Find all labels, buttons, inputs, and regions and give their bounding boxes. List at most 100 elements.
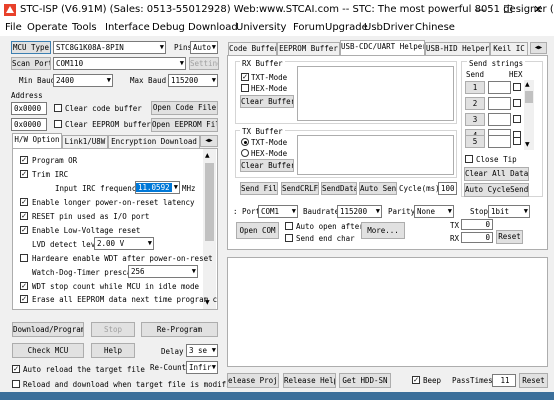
send-crlf-button[interactable]: SendCRLF bbox=[281, 182, 319, 195]
tx-hex-mode-radio[interactable] bbox=[241, 149, 249, 157]
re-program-button[interactable]: Re-Program bbox=[141, 322, 218, 337]
options-scrollbar[interactable]: ▲ ▼ bbox=[203, 149, 216, 309]
reload-download-checkbox[interactable] bbox=[12, 380, 20, 388]
clear-eeprom-checkbox[interactable] bbox=[54, 120, 62, 128]
stop-button[interactable]: Stop bbox=[91, 322, 135, 337]
rx-buffer-textarea[interactable] bbox=[297, 66, 454, 121]
auto-send-button[interactable]: Auto Send bbox=[359, 182, 397, 195]
low-voltage-checkbox[interactable]: ✓ bbox=[20, 226, 28, 234]
tab-usb-hid-helper[interactable]: USB-HID Helper bbox=[425, 42, 490, 55]
tab-eeprom-buffer[interactable]: EEPROM Buffer bbox=[277, 42, 340, 55]
send-strings-scrollbar[interactable]: ▲ ▼ bbox=[524, 80, 534, 150]
tx-clear-buffer-button[interactable]: Clear Buffer bbox=[240, 159, 294, 172]
auto-cycle-send-button[interactable]: Auto CycleSend bbox=[464, 183, 529, 197]
menu-operate[interactable]: Operate bbox=[27, 22, 68, 33]
rx-hex-mode-checkbox[interactable] bbox=[241, 84, 249, 92]
tab-code-buffer[interactable]: Code Buffer bbox=[228, 42, 277, 55]
pass-times-reset-button[interactable]: Reset bbox=[519, 373, 548, 388]
program-or-checkbox[interactable]: ✓ bbox=[20, 156, 28, 164]
send-file-button[interactable]: Send File bbox=[240, 182, 278, 195]
send-hex-checkbox-5[interactable] bbox=[513, 137, 521, 145]
menu-interface[interactable]: Interface bbox=[105, 22, 150, 33]
send-hex-checkbox-1[interactable] bbox=[513, 83, 521, 91]
parity-select[interactable]: None ▼ bbox=[414, 205, 454, 218]
delay-select[interactable]: 3 se ▼ bbox=[186, 344, 218, 357]
wdt-stop-checkbox[interactable]: ✓ bbox=[20, 282, 28, 290]
output-log-area[interactable] bbox=[227, 257, 548, 367]
port-select[interactable]: COM1 ▼ bbox=[258, 205, 298, 218]
baudrate-select[interactable]: 115200 ▼ bbox=[337, 205, 382, 218]
tab-link1-u8w[interactable]: Link1/U8W bbox=[62, 135, 108, 148]
scrollbar-thumb[interactable] bbox=[205, 163, 214, 241]
send-string-input-2[interactable] bbox=[488, 97, 511, 110]
clear-all-data-button[interactable]: Clear All Data bbox=[464, 167, 529, 181]
min-baud-select[interactable]: 2400 ▼ bbox=[53, 74, 113, 87]
close-tip-checkbox[interactable] bbox=[465, 155, 473, 163]
recount-select[interactable]: Infir ▼ bbox=[186, 361, 218, 374]
tab-encryption-download[interactable]: Encryption Download bbox=[108, 135, 200, 148]
release-help-button[interactable]: Release Help bbox=[283, 373, 336, 388]
download-program-button[interactable]: Download/Program bbox=[12, 322, 84, 337]
eeprom-address-input[interactable]: 0x0000 bbox=[11, 118, 47, 131]
mcu-type-button[interactable]: MCU Type bbox=[11, 41, 51, 54]
beep-checkbox[interactable]: ✓ bbox=[412, 376, 420, 384]
tab-hw-option[interactable]: H/W Option bbox=[12, 133, 62, 148]
auto-reload-checkbox[interactable]: ✓ bbox=[12, 365, 20, 373]
help-button[interactable]: Help bbox=[91, 343, 135, 358]
menu-upgrade[interactable]: Upgrade bbox=[325, 22, 368, 33]
open-com-button[interactable]: Open COM bbox=[236, 222, 279, 239]
menu-debug[interactable]: Debug bbox=[152, 22, 185, 33]
pins-select[interactable]: Auto ▼ bbox=[190, 41, 218, 54]
menu-usbdriver[interactable]: UsbDriver bbox=[364, 22, 414, 33]
send-hex-checkbox-2[interactable] bbox=[513, 99, 521, 107]
scan-port-button[interactable]: Scan Port bbox=[11, 57, 51, 70]
get-hdd-sn-button[interactable]: Get HDD-SN bbox=[339, 373, 391, 388]
right-tab-scroll-arrows[interactable]: ◀▶ bbox=[530, 42, 547, 54]
code-address-input[interactable]: 0x0000 bbox=[11, 102, 47, 115]
send-end-char-checkbox[interactable] bbox=[285, 234, 293, 242]
menu-chinese[interactable]: Chinese bbox=[415, 22, 455, 33]
send-string-button-2[interactable]: 2 bbox=[465, 97, 485, 110]
mcu-type-select[interactable]: STC8G1K08A-8PIN ▼ bbox=[53, 41, 166, 54]
release-project-button[interactable]: elease Projec bbox=[227, 373, 279, 388]
maximize-button[interactable]: ☐ bbox=[498, 2, 518, 18]
hardware-wdt-checkbox[interactable] bbox=[20, 254, 28, 262]
send-string-input-3[interactable] bbox=[488, 113, 511, 126]
tx-buffer-textarea[interactable] bbox=[297, 135, 454, 175]
open-code-file-button[interactable]: Open Code File bbox=[151, 101, 218, 115]
menu-file[interactable]: File bbox=[5, 22, 22, 33]
counter-reset-button[interactable]: Reset bbox=[496, 230, 523, 244]
send-string-button-3[interactable]: 3 bbox=[465, 113, 485, 126]
cycle-input[interactable]: 100 bbox=[438, 182, 457, 195]
menu-forum[interactable]: Forum bbox=[293, 22, 325, 33]
tab-scroll-arrows[interactable]: ◀▶ bbox=[200, 135, 218, 147]
rx-txt-mode-checkbox[interactable]: ✓ bbox=[241, 73, 249, 81]
clear-code-checkbox[interactable] bbox=[54, 104, 62, 112]
send-hex-checkbox-3[interactable] bbox=[513, 115, 521, 123]
close-button[interactable]: ✕ bbox=[528, 2, 548, 18]
send-data-button[interactable]: SendData bbox=[321, 182, 357, 195]
erase-eeprom-checkbox[interactable]: ✓ bbox=[20, 295, 28, 303]
trim-irc-checkbox[interactable]: ✓ bbox=[20, 170, 28, 178]
send-string-input-5[interactable] bbox=[488, 135, 511, 148]
max-baud-select[interactable]: 115200 ▼ bbox=[168, 74, 218, 87]
rx-clear-buffer-button[interactable]: Clear Buffer bbox=[240, 95, 294, 108]
send-string-input-1[interactable] bbox=[488, 81, 511, 94]
setting-button[interactable]: Setting bbox=[189, 57, 219, 70]
menu-university[interactable]: University bbox=[236, 22, 286, 33]
open-eeprom-file-button[interactable]: Open EEPROM File bbox=[151, 118, 218, 132]
wdt-prescale-select[interactable]: 256 ▼ bbox=[128, 265, 198, 278]
send-string-button-1[interactable]: 1 bbox=[465, 81, 485, 94]
scan-port-select[interactable]: COM110 ▼ bbox=[53, 57, 186, 70]
auto-open-checkbox[interactable] bbox=[285, 222, 293, 230]
tx-txt-mode-radio[interactable] bbox=[241, 138, 249, 146]
check-mcu-button[interactable]: Check MCU bbox=[12, 343, 84, 358]
longer-power-on-checkbox[interactable]: ✓ bbox=[20, 198, 28, 206]
stop-bits-select[interactable]: 1bit ▼ bbox=[488, 205, 530, 218]
tab-usb-cdc-uart-helper[interactable]: USB-CDC/UART Helper bbox=[340, 40, 425, 55]
reset-pin-checkbox[interactable]: ✓ bbox=[20, 212, 28, 220]
menu-download[interactable]: Download bbox=[188, 22, 238, 33]
tab-keil-ice[interactable]: Keil IC bbox=[490, 42, 528, 55]
scrollbar-thumb[interactable] bbox=[525, 91, 533, 103]
menu-tools[interactable]: Tools bbox=[72, 22, 97, 33]
